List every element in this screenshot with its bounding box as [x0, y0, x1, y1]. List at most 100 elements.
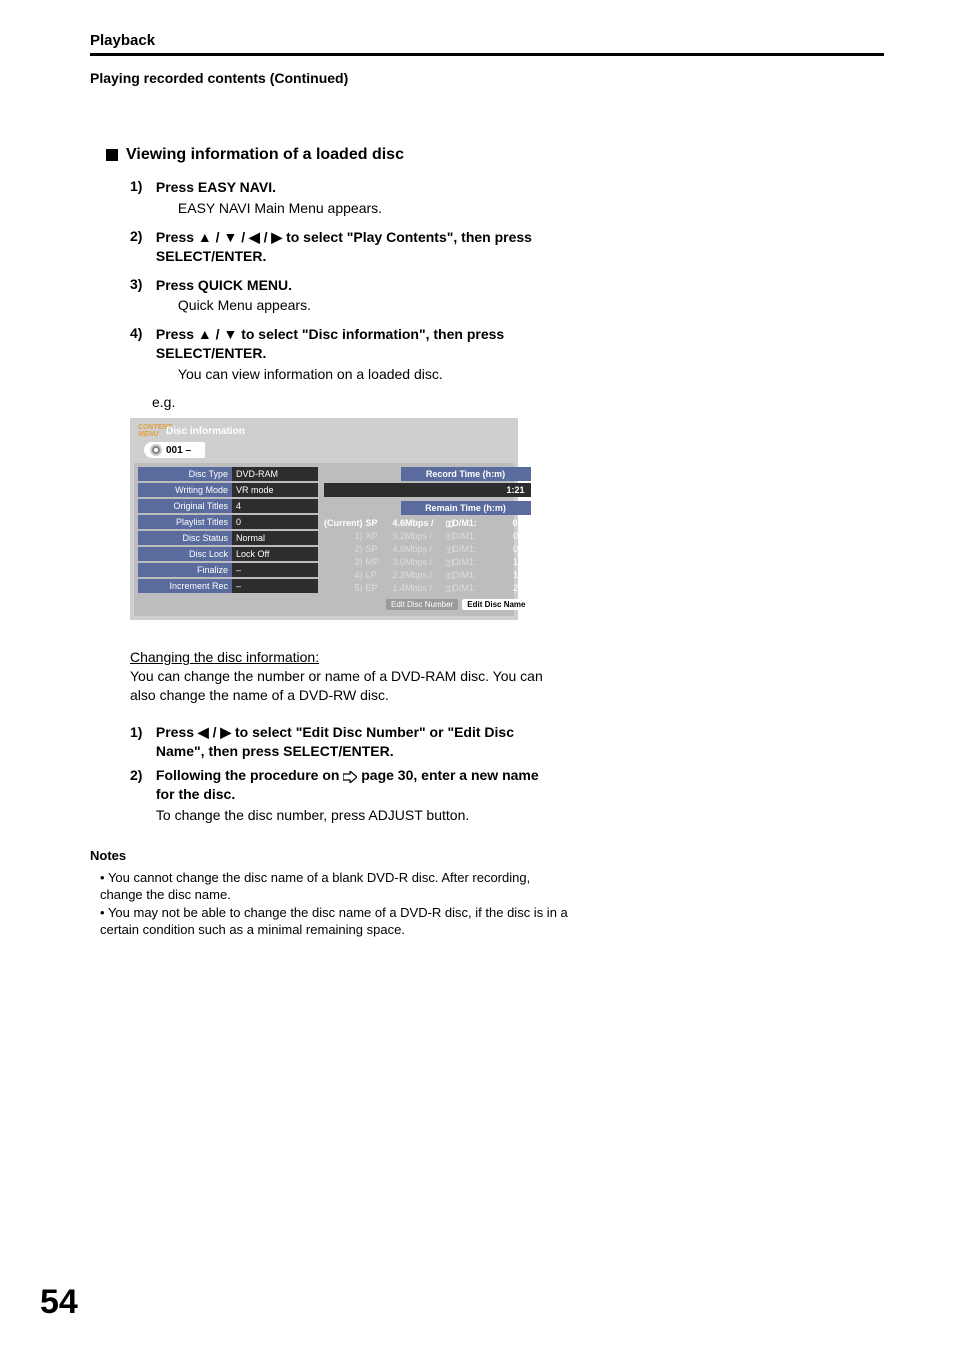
step-body: Quick Menu appears. — [178, 296, 536, 315]
notes-heading: Notes — [90, 847, 570, 865]
changing-heading: Changing the disc information: — [130, 649, 319, 665]
subsection-heading: Playing recorded contents (Continued) — [90, 70, 884, 86]
remain-row-4: 4) LP 2.2Mbps / ▯▯D/M1: 1:32 — [324, 569, 531, 582]
remain-prefix: 1) — [349, 530, 363, 543]
remain-ch-text: D/M1: — [452, 583, 476, 593]
remain-ch: ▯▯D/M1: — [446, 569, 500, 582]
panel-title: Disc information — [166, 426, 245, 437]
changing-step-2: 2) Following the procedure on page 30, e… — [130, 766, 560, 825]
remain-bps: 9.2Mbps / — [393, 530, 443, 543]
remain-prefix: 3) — [349, 556, 363, 569]
kv-disc-lock: Disc LockLock Off — [138, 547, 318, 561]
remain-mode: XP — [366, 530, 390, 543]
page-number: 54 — [40, 1283, 78, 1322]
remain-ch-text: D/M1: — [452, 544, 476, 554]
content-menu-logo: CONTENT MENU — [138, 424, 160, 438]
step-body: You can view information on a loaded dis… — [178, 365, 536, 384]
record-time-heading: Record Time (h:m) — [401, 467, 531, 481]
step-bold: Press EASY NAVI. — [156, 179, 276, 195]
remain-ch: ▯▯D/M1: — [446, 543, 500, 556]
step-number: 1) — [130, 178, 152, 194]
changing-step-1: 1) Press ◀ / ▶ to select "Edit Disc Numb… — [130, 723, 560, 761]
remain-ch: ▯▯D/M1: — [446, 582, 500, 595]
panel-body: Disc TypeDVD-RAM Writing ModeVR mode Ori… — [134, 463, 514, 616]
step-2: 2) Press ▲ / ▼ / ◀ / ▶ to select "Play C… — [130, 228, 550, 266]
topic-title-text: Viewing information of a loaded disc — [126, 146, 404, 164]
remain-time: 0:46 — [503, 543, 531, 556]
step-bold: Press ▲ / ▼ / ◀ / ▶ to select "Play Cont… — [156, 229, 532, 264]
notes-section: Notes You cannot change the disc name of… — [90, 847, 570, 939]
changing-step2-body: To change the disc number, press ADJUST … — [156, 806, 556, 825]
remain-ch: ▯▯D/M1: — [446, 517, 500, 530]
remain-ch-text: D/M1: — [452, 570, 476, 580]
remain-prefix: 4) — [349, 569, 363, 582]
remain-ch-text: D/M1: — [452, 518, 477, 528]
edit-buttons-row: Edit Disc Number Edit Disc Name — [324, 599, 531, 610]
changing-section: Changing the disc information: You can c… — [130, 648, 560, 825]
changing-step-text: Following the procedure on page 30, ente… — [156, 766, 556, 825]
step-bold: Press ▲ / ▼ to select "Disc information"… — [156, 326, 504, 361]
remain-mode: EP — [366, 582, 390, 595]
remain-mode: LP — [366, 569, 390, 582]
kv-key: Disc Type — [138, 467, 232, 481]
remain-ch-text: D/M1: — [452, 531, 476, 541]
remain-prefix: 5) — [349, 582, 363, 595]
kv-value: 0 — [232, 515, 318, 529]
remain-time: 1:32 — [503, 569, 531, 582]
bullet-square-icon — [106, 149, 118, 161]
topic-title: Viewing information of a loaded disc — [106, 146, 884, 164]
logo-line2: MENU — [138, 431, 159, 438]
changing-body: You can change the number or name of a D… — [130, 668, 543, 703]
changing-step-text: Press ◀ / ▶ to select "Edit Disc Number"… — [156, 723, 536, 761]
kv-disc-type: Disc TypeDVD-RAM — [138, 467, 318, 481]
disc-icon — [150, 444, 162, 456]
remain-mode: SP — [366, 517, 390, 530]
section-heading: Playback — [90, 32, 884, 49]
kv-key: Playlist Titles — [138, 515, 232, 529]
step-text: Press QUICK MENU. Quick Menu appears. — [156, 276, 536, 316]
kv-key: Original Titles — [138, 499, 232, 513]
disc-number-text: 001 – — [166, 445, 191, 456]
kv-key: Writing Mode — [138, 483, 232, 497]
kv-value: Lock Off — [232, 547, 318, 561]
remain-row-3: 3) MP 3.0Mbps / ▯▯D/M1: 1:09 — [324, 556, 531, 569]
remain-row-current: (Current) SP 4.6Mbps / ▯▯D/M1: 0:46 — [324, 517, 531, 530]
disc-info-panel: CONTENT MENU Disc information 001 – Disc… — [130, 418, 518, 620]
panel-header: CONTENT MENU Disc information — [134, 422, 514, 440]
notes-item: You may not be able to change the disc n… — [100, 904, 570, 939]
remain-bps: 1.4Mbps / — [393, 582, 443, 595]
remain-bps: 2.2Mbps / — [393, 569, 443, 582]
step-bold: Press QUICK MENU. — [156, 277, 292, 293]
step-number: 2) — [130, 228, 152, 244]
remain-time: 2:21 — [503, 582, 531, 595]
kv-writing-mode: Writing ModeVR mode — [138, 483, 318, 497]
step-number: 4) — [130, 325, 152, 341]
step-number: 3) — [130, 276, 152, 292]
kv-finalize: Finalize– — [138, 563, 318, 577]
step-text: Press ▲ / ▼ / ◀ / ▶ to select "Play Cont… — [156, 228, 536, 266]
remain-ch: ▯▯D/M1: — [446, 530, 500, 543]
panel-left-column: Disc TypeDVD-RAM Writing ModeVR mode Ori… — [138, 467, 318, 610]
edit-disc-number-button: Edit Disc Number — [386, 599, 458, 610]
kv-key: Disc Status — [138, 531, 232, 545]
step-3: 3) Press QUICK MENU. Quick Menu appears. — [130, 276, 550, 316]
remain-ch: ▯▯D/M1: — [446, 556, 500, 569]
kv-value: – — [232, 563, 318, 577]
remain-bps: 4.6Mbps / — [393, 543, 443, 556]
record-time-value: 1:21 — [324, 483, 531, 497]
kv-disc-status: Disc StatusNormal — [138, 531, 318, 545]
kv-value: – — [232, 579, 318, 593]
disc-number-badge: 001 – — [144, 442, 205, 458]
step-4: 4) Press ▲ / ▼ to select "Disc informati… — [130, 325, 550, 384]
kv-value: Normal — [232, 531, 318, 545]
page-reference-arrow-icon — [343, 771, 357, 783]
remain-row-5: 5) EP 1.4Mbps / ▯▯D/M1: 2:21 — [324, 582, 531, 595]
remain-time: 0:46 — [503, 517, 531, 530]
page: Playback Playing recorded contents (Cont… — [0, 0, 954, 1346]
step-body: EASY NAVI Main Menu appears. — [178, 199, 536, 218]
remain-prefix: 2) — [349, 543, 363, 556]
kv-value: DVD-RAM — [232, 467, 318, 481]
changing-step-number: 2) — [130, 766, 152, 785]
remain-ch-text: D/M1: — [452, 557, 476, 567]
section-divider — [90, 53, 884, 56]
